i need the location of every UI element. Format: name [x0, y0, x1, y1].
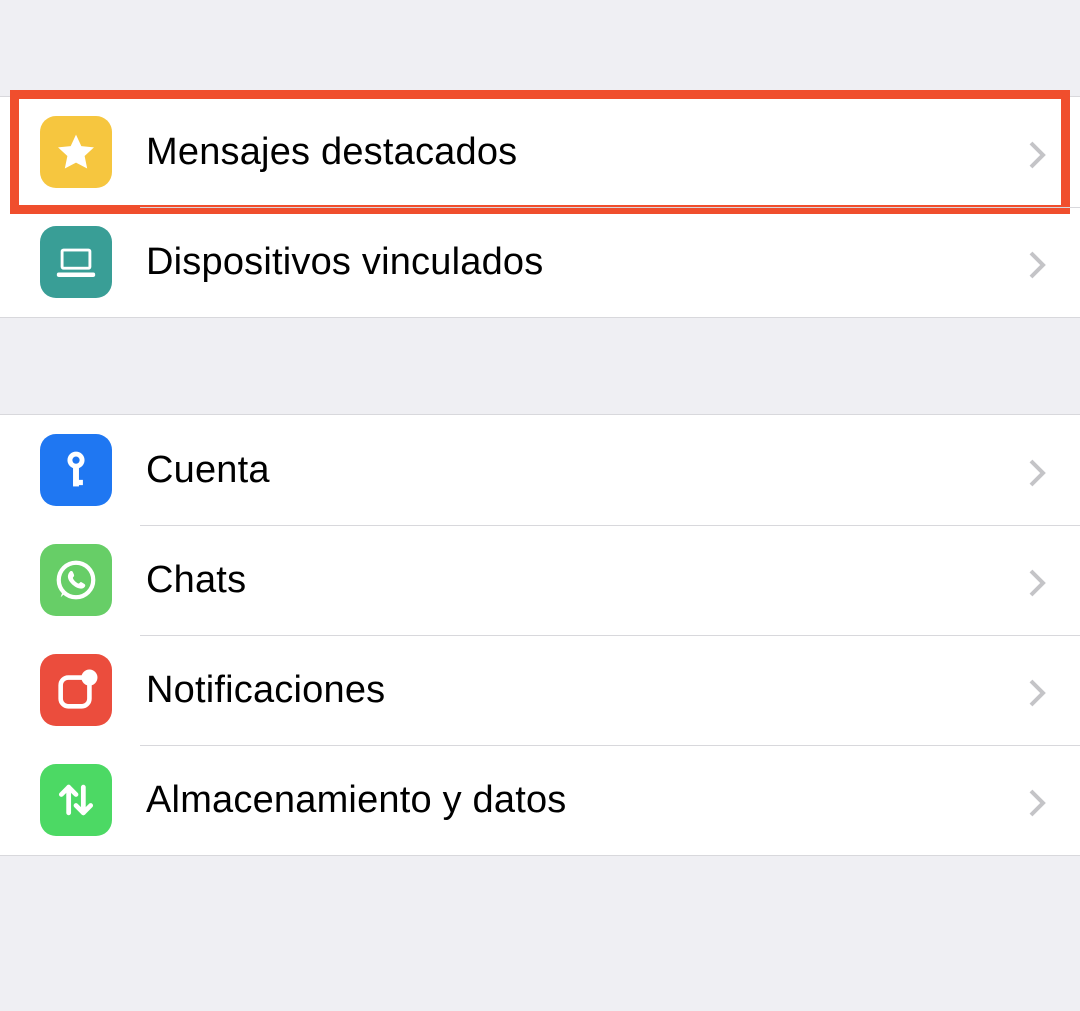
row-label: Mensajes destacados [146, 131, 1028, 174]
chevron-right-icon [1028, 565, 1046, 595]
row-label: Dispositivos vinculados [146, 241, 1028, 284]
row-account[interactable]: Cuenta [0, 415, 1080, 525]
row-linked-devices[interactable]: Dispositivos vinculados [0, 207, 1080, 317]
star-icon [40, 116, 112, 188]
data-transfer-icon [40, 764, 112, 836]
notification-badge-icon [40, 654, 112, 726]
chevron-right-icon [1028, 247, 1046, 277]
settings-group-1: Mensajes destacados Dispositivos vincula… [0, 96, 1080, 318]
row-label: Chats [146, 559, 1028, 602]
laptop-icon [40, 226, 112, 298]
row-label: Cuenta [146, 449, 1028, 492]
settings-group-2: Cuenta Chats Notificaciones Almacenamien… [0, 414, 1080, 856]
chevron-right-icon [1028, 137, 1046, 167]
row-starred-messages[interactable]: Mensajes destacados [0, 97, 1080, 207]
row-notifications[interactable]: Notificaciones [0, 635, 1080, 745]
key-icon [40, 434, 112, 506]
row-label: Notificaciones [146, 669, 1028, 712]
row-label: Almacenamiento y datos [146, 779, 1028, 822]
chevron-right-icon [1028, 785, 1046, 815]
chevron-right-icon [1028, 455, 1046, 485]
chevron-right-icon [1028, 675, 1046, 705]
row-chats[interactable]: Chats [0, 525, 1080, 635]
whatsapp-icon [40, 544, 112, 616]
row-storage-data[interactable]: Almacenamiento y datos [0, 745, 1080, 855]
